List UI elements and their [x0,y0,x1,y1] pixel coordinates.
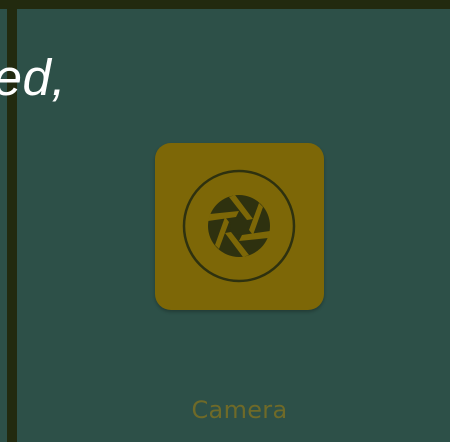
camera-app-button[interactable] [155,143,324,310]
frame-top-border [0,0,450,9]
camera-app-label[interactable]: Camera [155,398,324,422]
aperture-icon [182,169,296,283]
overlay-caption-text: lled, [0,49,67,106]
screen: lled, Camera [0,0,450,442]
